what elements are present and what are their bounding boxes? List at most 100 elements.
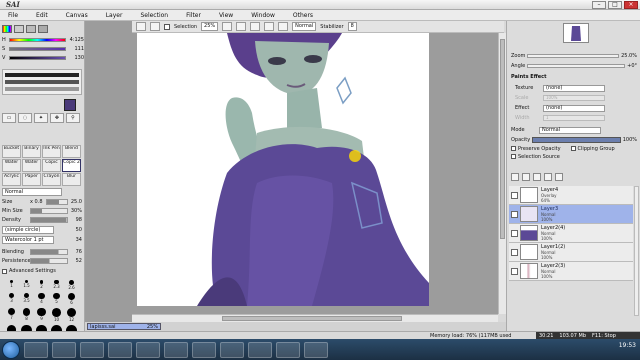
brush-size-preset[interactable]: 8 bbox=[19, 307, 34, 322]
minimize-button[interactable]: – bbox=[592, 1, 606, 9]
magic-wand-icon[interactable]: ✦ bbox=[34, 113, 48, 123]
taskbar-app-icon[interactable] bbox=[276, 341, 300, 358]
angle-slider[interactable] bbox=[527, 63, 626, 68]
visibility-toggle-icon[interactable] bbox=[511, 191, 518, 199]
brush-size-preset[interactable]: 1 bbox=[4, 280, 19, 290]
texture-select[interactable]: Watercolor 1 pt bbox=[2, 236, 54, 244]
taskbar-app-icon[interactable] bbox=[80, 341, 104, 358]
taskbar-app-icon[interactable] bbox=[248, 341, 272, 358]
opacity-slider[interactable] bbox=[532, 136, 621, 143]
brush-size-preset[interactable]: 7 bbox=[4, 307, 19, 322]
taskbar-app-icon[interactable] bbox=[304, 341, 328, 358]
brush-binary[interactable]: Binary bbox=[22, 145, 41, 158]
menu-edit[interactable]: Edit bbox=[32, 12, 52, 19]
brush-size-preset[interactable]: 2.3 bbox=[49, 280, 64, 290]
move-icon[interactable]: ✥ bbox=[50, 113, 64, 123]
taskbar-app-icon[interactable] bbox=[164, 341, 188, 358]
visibility-toggle-icon[interactable] bbox=[511, 229, 518, 237]
close-button[interactable]: × bbox=[624, 1, 638, 9]
maximize-button[interactable]: □ bbox=[608, 1, 622, 9]
canvas-paper[interactable] bbox=[137, 33, 429, 306]
clear-layer-icon[interactable] bbox=[544, 173, 552, 181]
layer-list-scrollbar[interactable] bbox=[634, 186, 639, 316]
new-folder-icon[interactable] bbox=[522, 173, 530, 181]
brush-size-preset[interactable]: 4 bbox=[34, 292, 49, 305]
menu-view[interactable]: View bbox=[215, 12, 237, 19]
lasso-icon[interactable]: ◌ bbox=[18, 113, 32, 123]
vertical-scroll-thumb[interactable] bbox=[500, 39, 505, 239]
visibility-toggle-icon[interactable] bbox=[511, 267, 518, 275]
select-icon[interactable]: ▭ bbox=[2, 113, 16, 123]
brush-bucket[interactable]: Bucket bbox=[2, 145, 21, 158]
taskbar-app-icon[interactable] bbox=[192, 341, 216, 358]
hue-slider[interactable] bbox=[9, 38, 66, 42]
new-layer-icon[interactable] bbox=[511, 173, 519, 181]
menu-filter[interactable]: Filter bbox=[182, 12, 205, 19]
density-slider[interactable] bbox=[30, 217, 68, 223]
clipping-group-checkbox[interactable] bbox=[570, 146, 576, 151]
system-clock[interactable]: 19:53 bbox=[619, 342, 636, 349]
taskbar-app-icon[interactable] bbox=[24, 341, 48, 358]
texture-select[interactable]: (none) bbox=[543, 84, 605, 92]
size-slider[interactable] bbox=[46, 199, 68, 205]
brush-copic[interactable]: Copic bbox=[42, 159, 61, 172]
vertical-scrollbar[interactable] bbox=[498, 33, 506, 314]
brush-size-preset[interactable]: 5 bbox=[49, 292, 64, 305]
brush-size-preset[interactable]: 3.5 bbox=[19, 292, 34, 305]
rotate-right-icon[interactable] bbox=[264, 22, 275, 31]
brush-size-preset[interactable]: 2.6 bbox=[64, 280, 79, 290]
effect-select[interactable]: (none) bbox=[543, 104, 605, 112]
brush-ink-pen[interactable]: Ink Pen bbox=[42, 145, 61, 158]
brush-water-2[interactable]: Water bbox=[22, 159, 41, 172]
size-multiplier[interactable]: x 0.8 bbox=[30, 199, 46, 205]
zoom-field[interactable]: 25% bbox=[201, 22, 219, 31]
color-palette[interactable] bbox=[2, 69, 82, 95]
layer-item[interactable]: Layer4 Overlay 64% bbox=[509, 186, 633, 205]
delete-layer-icon[interactable] bbox=[555, 173, 563, 181]
selection-checkbox[interactable] bbox=[164, 23, 170, 30]
brush-acrylic[interactable]: Acrylic bbox=[2, 173, 21, 186]
brush-blur[interactable]: Blur bbox=[62, 173, 81, 186]
stabilizer-select[interactable]: 8 bbox=[347, 22, 357, 31]
menu-layer[interactable]: Layer bbox=[102, 12, 127, 19]
layer-mode-select[interactable]: Normal bbox=[539, 126, 601, 134]
brush-size-preset[interactable]: 9 bbox=[34, 307, 49, 322]
layer-item[interactable]: Layer1(2) Normal 100% bbox=[509, 243, 633, 262]
layer-item[interactable]: Layer2(3) Normal 100% bbox=[509, 262, 633, 281]
min-size-slider[interactable] bbox=[30, 208, 68, 214]
document-tab[interactable]: lapisss.sai 25% bbox=[87, 323, 161, 330]
start-button[interactable] bbox=[2, 340, 20, 359]
zoom-in-icon[interactable] bbox=[236, 22, 247, 31]
saturation-slider[interactable] bbox=[9, 47, 66, 51]
zoom-slider[interactable] bbox=[527, 53, 620, 58]
zoom-out-icon[interactable] bbox=[222, 22, 233, 31]
rgb-slider-icon[interactable] bbox=[14, 25, 24, 33]
visibility-toggle-icon[interactable] bbox=[511, 248, 518, 256]
menu-others[interactable]: Others bbox=[289, 12, 317, 19]
value-slider[interactable] bbox=[9, 56, 66, 60]
palette-icon[interactable] bbox=[38, 25, 48, 33]
brush-size-preset[interactable]: 2 bbox=[34, 280, 49, 290]
taskbar-app-icon[interactable] bbox=[108, 341, 132, 358]
zoom-icon[interactable]: ⚲ bbox=[66, 113, 80, 123]
brush-copic-2[interactable]: Copic 2 bbox=[62, 159, 81, 172]
horizontal-scrollbar[interactable] bbox=[132, 314, 498, 322]
menu-file[interactable]: File bbox=[4, 12, 22, 19]
mode-select[interactable]: Normal bbox=[292, 22, 317, 31]
brush-size-preset[interactable]: 1.5 bbox=[19, 280, 34, 290]
color-wheel-icon[interactable] bbox=[2, 25, 12, 33]
brush-mode-select[interactable]: Normal bbox=[2, 188, 62, 196]
foreground-color[interactable] bbox=[64, 99, 76, 111]
taskbar-app-icon[interactable] bbox=[52, 341, 76, 358]
menu-window[interactable]: Window bbox=[247, 12, 279, 19]
blending-slider[interactable] bbox=[30, 249, 68, 255]
horizontal-scroll-thumb[interactable] bbox=[222, 316, 402, 321]
brush-water-1[interactable]: Water bbox=[2, 159, 21, 172]
shape-select[interactable]: (simple circle) bbox=[2, 226, 54, 234]
brush-blend[interactable]: Blend bbox=[62, 145, 81, 158]
visibility-toggle-icon[interactable] bbox=[511, 210, 518, 218]
undo-icon[interactable] bbox=[136, 22, 146, 31]
brush-size-preset[interactable]: 10 bbox=[49, 307, 64, 322]
preserve-opacity-checkbox[interactable] bbox=[511, 146, 516, 151]
persistence-slider[interactable] bbox=[30, 258, 68, 264]
